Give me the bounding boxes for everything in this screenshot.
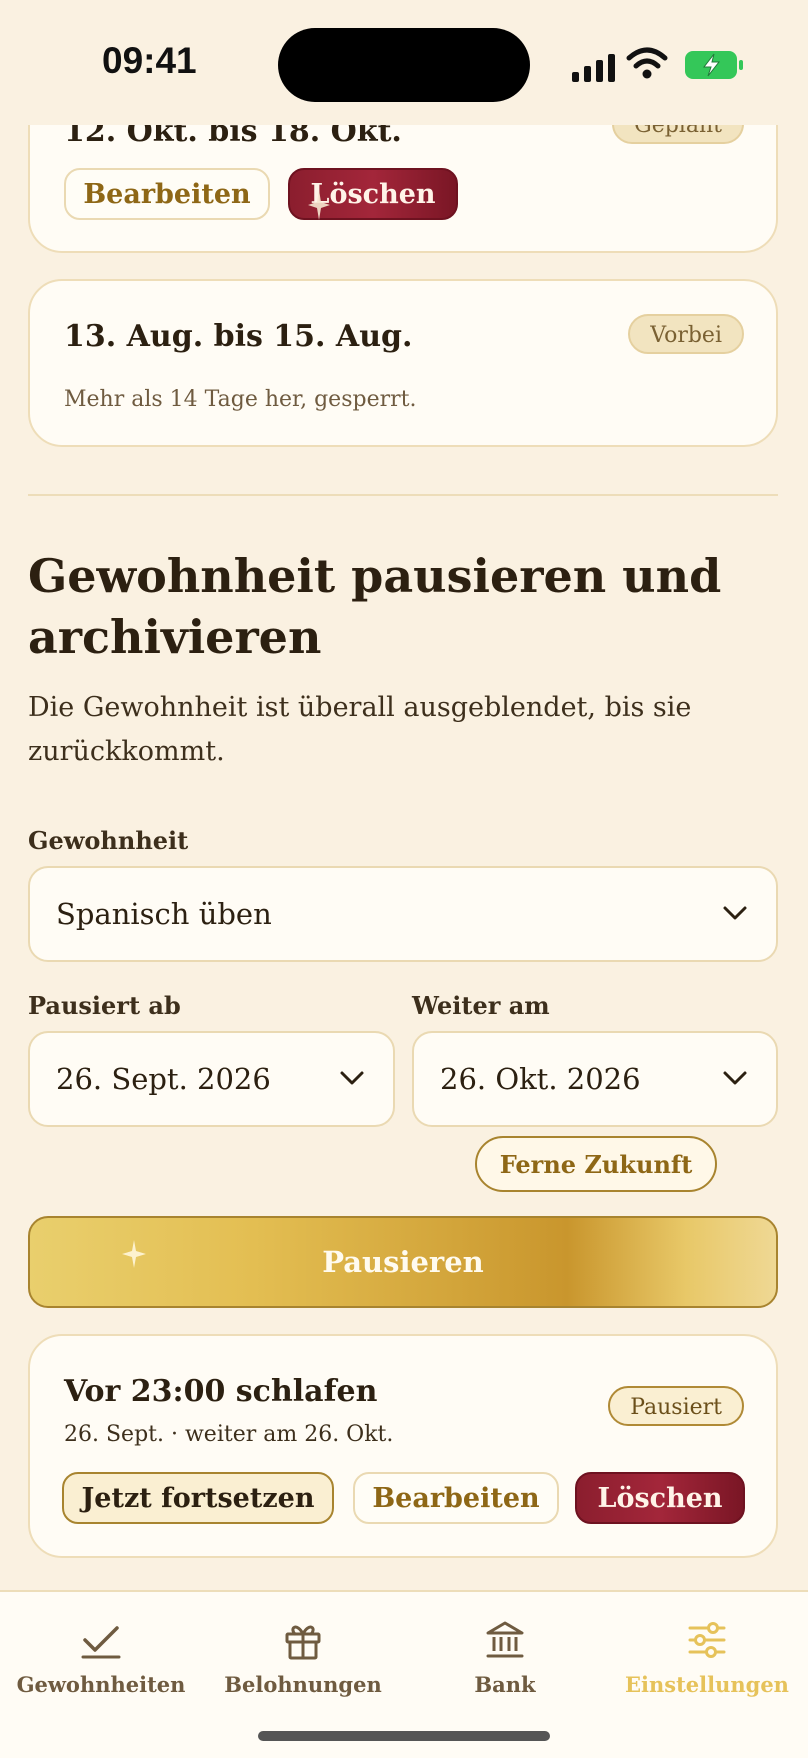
tab-label: Bank [474,1672,536,1697]
pause-button[interactable]: Pausieren [28,1216,778,1308]
delete-button[interactable]: Löschen [575,1472,745,1524]
cellular-signal-icon [572,54,615,82]
wifi-icon [626,47,668,79]
section-divider [28,494,778,496]
paused-habit-subtitle: 26. Sept. · weiter am 26. Okt. [64,1422,394,1447]
resume-select[interactable]: 26. Okt. 2026 [412,1031,778,1127]
tab-label: Belohnungen [224,1672,382,1697]
far-future-button[interactable]: Ferne Zukunft [475,1136,717,1192]
status-badge: Vorbei [628,314,744,354]
paused-from-select[interactable]: 26. Sept. 2026 [28,1031,395,1127]
resume-now-button[interactable]: Jetzt fortsetzen [62,1472,334,1524]
home-indicator [258,1731,550,1741]
section-title: Gewohnheit pausieren und archivieren [28,549,722,664]
paused-from-label: Pausiert ab [28,991,181,1020]
habit-select-value: Spanisch üben [56,897,272,931]
status-bar: 09:41 [0,0,808,125]
tab-habits[interactable]: Gewohnheiten [0,1606,202,1706]
status-badge: Pausiert [608,1386,744,1426]
checkmark-icon [81,1626,121,1659]
habit-label: Gewohnheit [28,826,189,855]
tab-rewards[interactable]: Belohnungen [202,1606,404,1706]
resume-label: Weiter am [412,991,550,1020]
resume-value: 26. Okt. 2026 [440,1062,641,1096]
edit-button[interactable]: Bearbeiten [353,1472,559,1524]
status-time: 09:41 [102,40,197,81]
edit-button[interactable]: Bearbeiten [64,168,270,220]
tab-label: Einstellungen [625,1672,789,1697]
chevron-down-icon [723,1071,747,1085]
chevron-down-icon [723,906,747,920]
gift-icon [285,1625,321,1660]
tab-settings[interactable]: Einstellungen [606,1606,808,1706]
battery-charging-icon [685,51,743,79]
section-description: Die Gewohnheit ist überall ausgeblendet,… [28,692,692,767]
sparkle-icon [308,190,330,220]
bank-icon [486,1621,524,1658]
vacation-card-past: 13. Aug. bis 15. Aug. Vorbei Mehr als 14… [28,279,778,447]
pause-button-label: Pausieren [322,1245,484,1279]
paused-habit-title: Vor 23:00 schlafen [64,1374,378,1409]
dynamic-island [278,28,530,102]
paused-from-value: 26. Sept. 2026 [56,1062,271,1096]
chevron-down-icon [340,1071,364,1085]
tab-label: Gewohnheiten [16,1672,186,1697]
sparkle-icon [122,1240,146,1268]
sliders-icon [688,1622,726,1658]
vacation-card-subtitle: Mehr als 14 Tage her, gesperrt. [64,387,417,412]
habit-select[interactable]: Spanisch üben [28,866,778,962]
settings-scroll-area[interactable]: 12. Okt. bis 18. Okt. Geplant Bearbeiten… [0,0,808,1590]
paused-habit-card: Vor 23:00 schlafen 26. Sept. · weiter am… [28,1334,778,1558]
vacation-card-title: 13. Aug. bis 15. Aug. [64,319,413,354]
tab-bank[interactable]: Bank [404,1606,606,1706]
